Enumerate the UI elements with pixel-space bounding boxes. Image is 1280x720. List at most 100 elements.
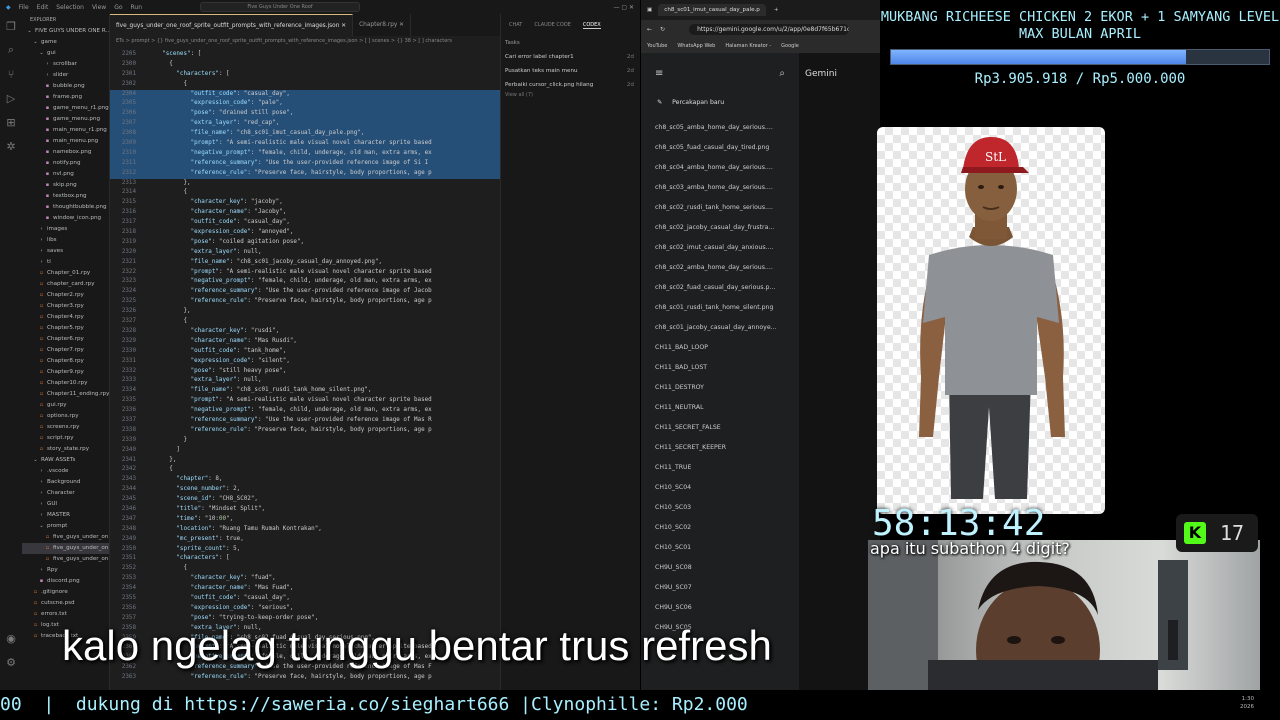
menu-item[interactable]: Go	[114, 4, 122, 11]
code-line[interactable]: 2356 "expression_code": "serious",	[110, 604, 500, 614]
breadcrumb[interactable]: ETs > prompt > {} five_guys_under_one_ro…	[110, 36, 500, 46]
chat-history-item[interactable]: CH10_SC04	[641, 478, 799, 498]
code-line[interactable]: 2314 {	[110, 188, 500, 198]
menu-item[interactable]: File	[19, 4, 29, 11]
file-tree-item[interactable]: ▪ frame.png	[22, 92, 109, 103]
url-input[interactable]: https://gemini.google.com/u/2/app/0e8d7f…	[689, 23, 850, 35]
code-line[interactable]: 2335 "prompt": "A semi-realistic male vi…	[110, 396, 500, 406]
chat-history-item[interactable]: CH9U_SC06	[641, 598, 799, 618]
new-chat-button[interactable]: ✎ Percakapan baru	[641, 93, 799, 112]
menu-item[interactable]: Run	[131, 4, 143, 11]
code-line[interactable]: 2305 "expression_code": "pale",	[110, 99, 500, 110]
file-tree-item[interactable]: ▫ Chapter3.rpy	[22, 301, 109, 312]
side-tab[interactable]: CLAUDE CODE	[534, 22, 571, 28]
file-tree-item[interactable]: ▪ discord.png	[22, 576, 109, 587]
file-tree-item[interactable]: › tl	[22, 257, 109, 268]
chat-history-item[interactable]: CH11_SECRET_FALSE	[641, 418, 799, 438]
code-line[interactable]: 2322 "prompt": "A semi-realistic male vi…	[110, 268, 500, 278]
chat-history-item[interactable]: CH11_BAD_LOOP	[641, 338, 799, 358]
code-line[interactable]: 2352 {	[110, 564, 500, 574]
code-line[interactable]: 2332 "pose": "still heavy pose",	[110, 367, 500, 377]
code-line[interactable]: 2350 "sprite_count": 5,	[110, 545, 500, 555]
code-line[interactable]: 2344 "scene_number": 2,	[110, 485, 500, 495]
file-tree-item[interactable]: ▫ script.rpy	[22, 433, 109, 444]
task-item[interactable]: Cari error label chapter1 2d	[501, 50, 640, 64]
file-tree-item[interactable]: ▪ bubble.png	[22, 81, 109, 92]
file-tree-item[interactable]: ▫ five_guys_under_on...	[22, 543, 109, 554]
chat-history-item[interactable]: CH11_DESTROY	[641, 378, 799, 398]
file-tree-item[interactable]: › MASTER	[22, 510, 109, 521]
code-line[interactable]: 2310 "negative_prompt": "female, child, …	[110, 148, 500, 159]
file-tree-item[interactable]: ▫ screens.rpy	[22, 422, 109, 433]
file-tree-item[interactable]: ▫ five_guys_under_on...	[22, 532, 109, 543]
chat-history-item[interactable]: CH9U_SC07	[641, 578, 799, 598]
close-icon[interactable]: ✕	[397, 22, 404, 28]
code-line[interactable]: 2363 "reference_rule": "Preserve face, h…	[110, 673, 500, 683]
file-tree-item[interactable]: ▪ textbox.png	[22, 191, 109, 202]
chat-history-item[interactable]: CH10_SC01	[641, 538, 799, 558]
file-tree-item[interactable]: ▫ Chapter7.rpy	[22, 345, 109, 356]
file-tree-item[interactable]: ▫ Chapter11_ending.rpy	[22, 389, 109, 400]
editor-tab[interactable]: Chapter8.rpy ✕	[353, 14, 412, 36]
code-line[interactable]: 2321 "file_name": "ch8_sc01_jacoby_casua…	[110, 258, 500, 268]
bookmark-link[interactable]: Google	[781, 43, 799, 49]
code-line[interactable]: 2333 "extra_layer": null,	[110, 376, 500, 386]
code-line[interactable]: 2301 "characters": [	[110, 70, 500, 80]
file-tree-item[interactable]: ▪ main_menu.png	[22, 136, 109, 147]
code-line[interactable]: 2316 "character_name": "Jacoby",	[110, 208, 500, 218]
chat-history-item[interactable]: CH10_SC02	[641, 518, 799, 538]
side-tab[interactable]: CHAT	[509, 22, 522, 28]
code-line[interactable]: 2312 "reference_rule": "Preserve face, h…	[110, 168, 500, 179]
chat-history-item[interactable]: CH11_TRUE	[641, 458, 799, 478]
file-tree-item[interactable]: ▫ Chapter10.rpy	[22, 378, 109, 389]
new-tab-icon[interactable]: +	[774, 7, 779, 13]
file-tree-item[interactable]: ▪ window_icon.png	[22, 213, 109, 224]
file-tree-item[interactable]: ⌄ gui	[22, 48, 109, 59]
chat-history-item[interactable]: ch8_sc05_fuad_casual_day_tired.png	[641, 138, 799, 158]
file-tree-item[interactable]: ⌄ RAW ASSETs	[22, 455, 109, 466]
file-tree-item[interactable]: ▫ errors.txt	[22, 609, 109, 620]
file-tree-item[interactable]: ▫ options.rpy	[22, 411, 109, 422]
file-tree-item[interactable]: › libs	[22, 235, 109, 246]
chat-history-item[interactable]: CH10_SC03	[641, 498, 799, 518]
chat-history-item[interactable]: ch8_sc01_rusdi_tank_home_silent.png	[641, 298, 799, 318]
code-line[interactable]: 2311 "reference_summary": "Use the user-…	[110, 158, 500, 169]
code-line[interactable]: 2355 "outfit_code": "casual_day",	[110, 594, 500, 604]
chat-history-item[interactable]: ch8_sc02_jacoby_casual_day_frustra...	[641, 218, 799, 238]
code-line[interactable]: 2331 "expression_code": "silent",	[110, 357, 500, 367]
chat-history-item[interactable]: ch8_sc02_amba_home_day_serious....	[641, 258, 799, 278]
file-tree-item[interactable]: ▪ namebox.png	[22, 147, 109, 158]
menu-item[interactable]: Selection	[56, 4, 84, 11]
file-tree-item[interactable]: ▪ main_menu_r1.png	[22, 125, 109, 136]
command-search-input[interactable]: Five Guys Under One Roof	[200, 2, 360, 12]
code-line[interactable]: 2319 "pose": "coiled agitation pose",	[110, 238, 500, 248]
file-tree-item[interactable]: › slider	[22, 70, 109, 81]
code-line[interactable]: 2317 "outfit_code": "casual_day",	[110, 218, 500, 228]
file-tree-item[interactable]: ▪ skip.png	[22, 180, 109, 191]
file-tree-item[interactable]: ⌄ game	[22, 37, 109, 48]
file-tree-item[interactable]: ▫ gui.rpy	[22, 400, 109, 411]
hamburger-menu-icon[interactable]: ≡	[655, 68, 663, 79]
file-tree-item[interactable]: ⌄ prompt	[22, 521, 109, 532]
chat-history-item[interactable]: ch8_sc01_jacoby_casual_day_annoye...	[641, 318, 799, 338]
editor-tab[interactable]: five_guys_under_one_roof_sprite_outfit_p…	[110, 14, 354, 36]
file-tree-item[interactable]: ▪ nvl.png	[22, 169, 109, 180]
bookmark-link[interactable]: YouTube	[647, 43, 667, 49]
files-icon[interactable]: ❐	[0, 14, 22, 38]
code-view[interactable]: 2205 "scenes": [2300 {2301 "characters":…	[110, 50, 500, 683]
code-line[interactable]: 2304 "outfit_code": "casual_day",	[110, 89, 500, 100]
file-tree-item[interactable]: ▫ Chapter8.rpy	[22, 356, 109, 367]
code-line[interactable]: 2343 "chapter": 8,	[110, 475, 500, 485]
code-line[interactable]: 2300 {	[110, 60, 500, 70]
run-debug-icon[interactable]: ▷	[0, 86, 22, 110]
file-tree-item[interactable]: ▫ story_state.rpy	[22, 444, 109, 455]
file-tree-item[interactable]: ▫ Chapter_01.rpy	[22, 268, 109, 279]
chat-history-item[interactable]: CH11_SECRET_KEEPER	[641, 438, 799, 458]
settings-gear-icon[interactable]: ⚙	[0, 650, 22, 674]
chat-history-item[interactable]: ch8_sc02_rusdi_tank_home_serious....	[641, 198, 799, 218]
close-icon[interactable]: ✕	[339, 23, 346, 29]
chat-history-item[interactable]: ch8_sc05_amba_home_day_serious....	[641, 118, 799, 138]
code-line[interactable]: 2323 "negative_prompt": "female, child, …	[110, 277, 500, 287]
chat-history-item[interactable]: CH11_BAD_LOST	[641, 358, 799, 378]
file-tree-item[interactable]: ▫ Chapter4.rpy	[22, 312, 109, 323]
